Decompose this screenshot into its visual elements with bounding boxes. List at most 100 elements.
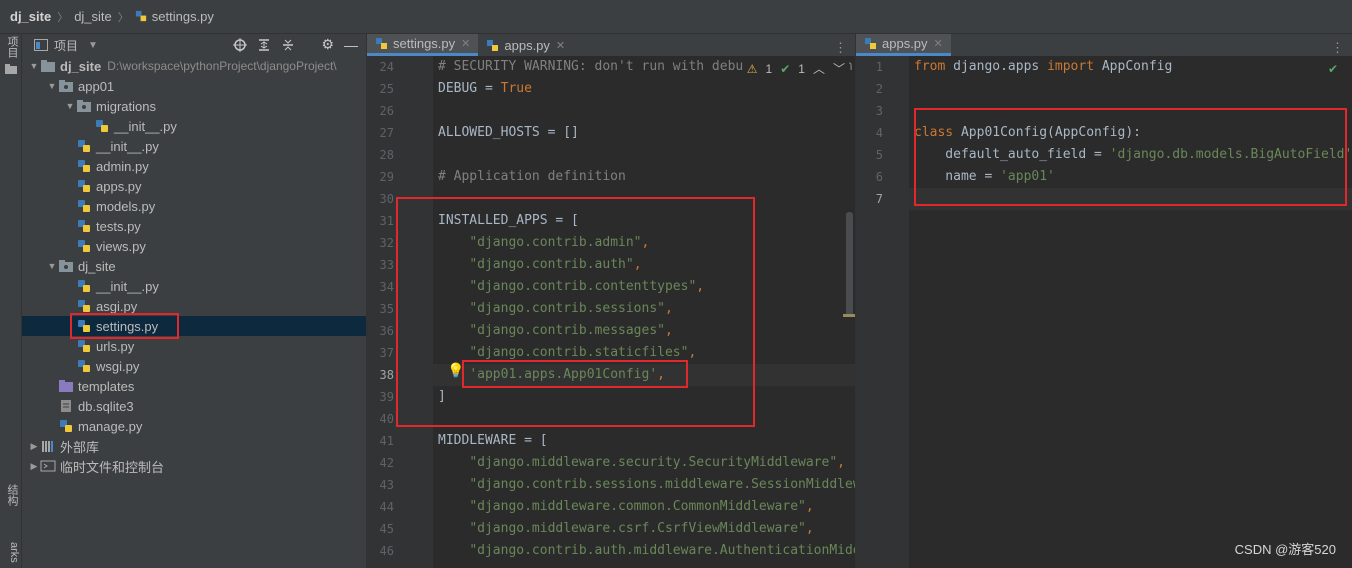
line-number: 42 <box>379 456 394 470</box>
folder-icon <box>59 80 73 92</box>
chevron-up-icon[interactable]: ︿ <box>813 60 825 77</box>
tree-row[interactable]: models.py <box>22 196 366 216</box>
python-file-icon <box>135 10 146 22</box>
line-number: 38 <box>379 368 394 382</box>
breadcrumb-folder[interactable]: dj_site <box>74 9 112 24</box>
code-line: "django.contrib.sessions.middleware.Sess… <box>438 474 855 496</box>
line-number: 1 <box>875 60 883 74</box>
project-view-icon <box>34 39 48 51</box>
tree-row[interactable]: wsgi.py <box>22 356 366 376</box>
collapse-all-icon[interactable] <box>281 38 295 52</box>
left-tool-strip: 项目 结构 arks <box>0 34 22 568</box>
code-line: MIDDLEWARE = [ <box>438 430 548 452</box>
code-line: DEBUG = True <box>438 78 532 100</box>
tree-row[interactable]: ▼ app01 <box>22 76 366 96</box>
tool-tab-project-label: 项目 <box>6 36 18 58</box>
code-line: from django.apps import AppConfig <box>914 56 1172 78</box>
tree-row[interactable]: __init__.py <box>22 116 366 136</box>
python-file-icon <box>78 280 90 292</box>
line-number: 32 <box>379 236 394 250</box>
navigation-bar: dj_site 〉 dj_site 〉 settings.py <box>0 0 1352 34</box>
python-file-icon <box>78 240 90 252</box>
close-icon[interactable]: ✕ <box>934 37 943 50</box>
gear-icon[interactable]: ⚙ <box>321 36 334 53</box>
tree-label: wsgi.py <box>96 358 140 374</box>
more-vertical-icon[interactable]: ⋮ <box>834 40 847 56</box>
line-number: 30 <box>379 192 394 206</box>
error-stripe-mark[interactable] <box>843 314 855 317</box>
code-token: True <box>500 81 532 96</box>
chevron-right-icon[interactable]: ▶ <box>28 441 40 452</box>
vertical-scrollbar[interactable] <box>846 212 853 316</box>
editor-tab[interactable]: apps.py ✕ <box>478 34 573 56</box>
chevron-down-icon[interactable]: ▼ <box>46 261 58 271</box>
tree-row[interactable]: ▶ 临时文件和控制台 <box>22 456 366 476</box>
line-number: 27 <box>379 126 394 140</box>
tree-row[interactable]: urls.py <box>22 336 366 356</box>
python-file-icon <box>78 300 90 312</box>
tree-row[interactable]: __init__.py <box>22 276 366 296</box>
chevron-down-icon[interactable]: ▼ <box>88 40 98 51</box>
code-token: ALLOWED_HOSTS = [] <box>438 125 579 140</box>
editor-tab-label: apps.py <box>882 36 928 51</box>
locate-file-icon[interactable] <box>233 37 248 52</box>
tree-row[interactable]: db.sqlite3 <box>22 396 366 416</box>
tree-row[interactable]: manage.py <box>22 416 366 436</box>
line-number: 7 <box>875 192 883 206</box>
chevron-right-icon[interactable]: ▶ <box>28 461 40 472</box>
line-number: 31 <box>379 214 394 228</box>
breadcrumb-root[interactable]: dj_site <box>10 9 51 24</box>
line-number-gutter: 1 2 3 4 5 6 7 <box>856 56 909 568</box>
tree-label: admin.py <box>96 158 149 174</box>
code-token: AppConfig <box>1101 59 1173 74</box>
tree-row[interactable]: ▶ 外部库 <box>22 436 366 456</box>
highlight-app-config-entry <box>462 360 688 388</box>
tree-row[interactable]: apps.py <box>22 176 366 196</box>
breadcrumb-file[interactable]: settings.py <box>152 9 214 24</box>
tree-label: views.py <box>96 238 146 254</box>
close-icon[interactable]: ✕ <box>461 37 470 50</box>
tree-label: migrations <box>96 98 156 114</box>
tree-label: manage.py <box>78 418 143 434</box>
chevron-right-icon: 〉 <box>117 11 129 24</box>
editor-tab[interactable]: apps.py ✕ <box>856 34 951 56</box>
minimize-icon[interactable]: — <box>344 37 358 53</box>
inspection-widget[interactable]: ⚠ 1 ✔ 1 ︿ ﹀ <box>742 60 849 77</box>
highlight-installed-apps <box>396 197 755 427</box>
project-panel-title[interactable]: 项目 <box>54 37 78 54</box>
tree-row[interactable]: ▼ dj_site D:\workspace\pythonProject\djang… <box>22 56 366 76</box>
chevron-down-icon[interactable]: ▼ <box>28 61 40 71</box>
tree-row[interactable]: ▼ dj_site <box>22 256 366 276</box>
tree-row[interactable]: templates <box>22 376 366 396</box>
chevron-down-icon[interactable]: ▼ <box>46 81 58 91</box>
tree-row[interactable]: tests.py <box>22 216 366 236</box>
tree-row[interactable]: admin.py <box>22 156 366 176</box>
chevron-down-icon[interactable]: ﹀ <box>833 60 845 77</box>
tree-row[interactable]: ▼ migrations <box>22 96 366 116</box>
project-tree: ▼ dj_site D:\workspace\pythonProject\djang… <box>22 56 366 476</box>
tool-tab-project[interactable]: 项目 <box>2 36 20 58</box>
editor-tab[interactable]: settings.py ✕ <box>367 34 479 56</box>
python-file-icon <box>487 39 499 51</box>
templates-folder-icon <box>59 380 73 392</box>
more-vertical-icon[interactable]: ⋮ <box>1331 40 1344 56</box>
check-icon: ✔ <box>1327 62 1338 76</box>
expand-all-icon[interactable] <box>257 38 271 52</box>
chevron-down-icon[interactable]: ▼ <box>64 101 76 111</box>
tool-tab-bookmarks[interactable]: arks <box>2 542 20 563</box>
tree-label: __init__.py <box>114 118 177 134</box>
code-line: "django.middleware.security.SecurityMidd… <box>438 452 845 474</box>
python-file-icon <box>78 220 90 232</box>
tree-label: __init__.py <box>96 278 159 294</box>
line-number: 44 <box>379 500 394 514</box>
tree-row[interactable]: __init__.py <box>22 136 366 156</box>
tree-row[interactable]: views.py <box>22 236 366 256</box>
code-token: django.apps <box>953 59 1048 74</box>
line-number: 35 <box>379 302 394 316</box>
tree-label: dj_site <box>78 258 116 274</box>
tool-tab-structure[interactable]: 结构 <box>2 484 20 506</box>
close-icon[interactable]: ✕ <box>556 39 565 52</box>
